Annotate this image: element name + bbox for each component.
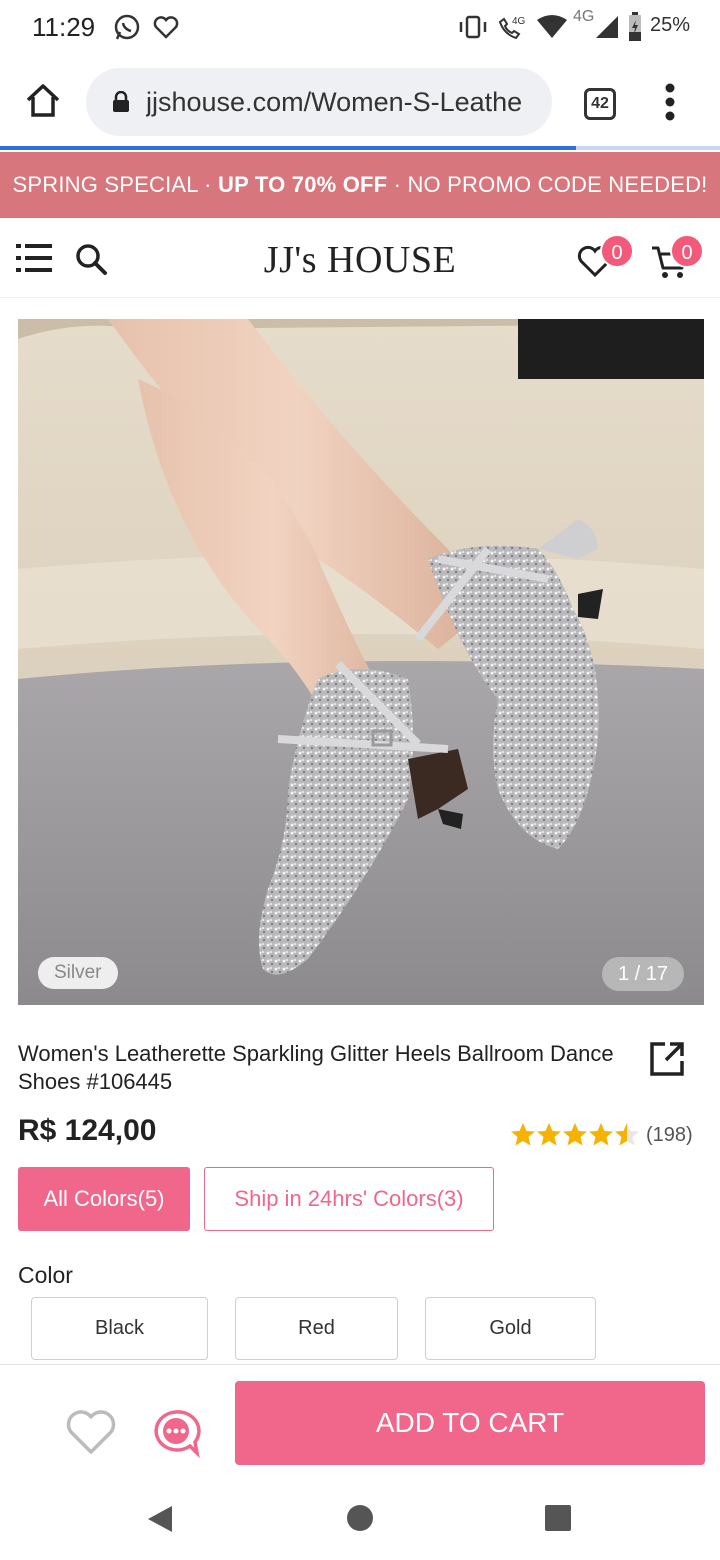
recents-icon[interactable] bbox=[545, 1505, 571, 1531]
status-bar: 11:29 4G 4G 25% bbox=[0, 0, 720, 56]
status-time: 11:29 bbox=[32, 12, 96, 42]
ship-24hrs-filter-button[interactable]: Ship in 24hrs' Colors(3) bbox=[204, 1167, 494, 1231]
promo-banner[interactable]: SPRING SPECIAL · UP TO 70% OFF · NO PROM… bbox=[0, 152, 720, 218]
url-text: jjshouse.com/Women-S-Leathe bbox=[146, 87, 523, 117]
site-header: JJ's HOUSE 0 0 bbox=[0, 218, 720, 298]
color-option-black[interactable]: Black bbox=[31, 1297, 208, 1360]
wifi-icon bbox=[537, 15, 567, 38]
back-icon[interactable] bbox=[146, 1504, 174, 1534]
page-load-progress-track bbox=[576, 146, 720, 150]
signal-icon bbox=[596, 16, 618, 38]
lock-icon bbox=[113, 91, 129, 112]
volte-call-icon: 4G bbox=[498, 16, 526, 40]
rating-stars-icon bbox=[511, 1123, 639, 1146]
cart-count-badge: 0 bbox=[670, 234, 704, 268]
heart-notification-icon bbox=[153, 16, 179, 39]
vibrate-icon bbox=[459, 15, 487, 39]
color-option-gold[interactable]: Gold bbox=[425, 1297, 596, 1360]
overflow-menu-icon[interactable] bbox=[664, 82, 676, 122]
color-name-chip: Silver bbox=[38, 957, 118, 989]
promo-text-1: SPRING SPECIAL · bbox=[12, 172, 219, 197]
add-to-cart-button[interactable]: ADD TO CART bbox=[235, 1381, 705, 1465]
tab-switcher-button[interactable]: 42 bbox=[584, 88, 616, 120]
promo-text-2: · NO PROMO CODE NEEDED! bbox=[387, 172, 708, 197]
all-colors-filter-button[interactable]: All Colors(5) bbox=[18, 1167, 190, 1231]
svg-text:4G: 4G bbox=[512, 16, 526, 27]
battery-icon bbox=[629, 12, 641, 41]
color-option-red[interactable]: Red bbox=[235, 1297, 398, 1360]
product-price: R$ 124,00 bbox=[18, 1114, 157, 1147]
browser-toolbar: jjshouse.com/Women-S-Leathe 42 bbox=[0, 56, 720, 150]
system-navigation-bar bbox=[0, 1478, 720, 1560]
favorite-heart-icon[interactable] bbox=[64, 1407, 118, 1457]
page-load-progress bbox=[0, 146, 576, 150]
bottom-action-bar: ADD TO CART bbox=[0, 1364, 720, 1478]
address-bar[interactable]: jjshouse.com/Women-S-Leathe bbox=[86, 68, 552, 136]
product-photo bbox=[18, 319, 704, 1005]
share-icon[interactable] bbox=[648, 1040, 686, 1078]
chat-icon[interactable] bbox=[150, 1407, 202, 1459]
product-title: Women's Leatherette Sparkling Glitter He… bbox=[18, 1041, 614, 1094]
product-image-gallery[interactable]: Silver 1 / 17 bbox=[18, 319, 704, 1005]
network-type-label: 4G bbox=[573, 8, 595, 25]
image-counter: 1 / 17 bbox=[601, 957, 684, 991]
wishlist-count-badge: 0 bbox=[600, 234, 634, 268]
whatsapp-icon bbox=[114, 14, 140, 40]
color-section-label: Color bbox=[18, 1262, 73, 1288]
promo-text-highlight: UP TO 70% OFF bbox=[218, 172, 388, 197]
review-count[interactable]: (198) bbox=[646, 1124, 693, 1147]
home-icon[interactable] bbox=[24, 82, 62, 120]
battery-percent: 25% bbox=[649, 14, 690, 36]
home-circle-icon[interactable] bbox=[346, 1504, 374, 1532]
